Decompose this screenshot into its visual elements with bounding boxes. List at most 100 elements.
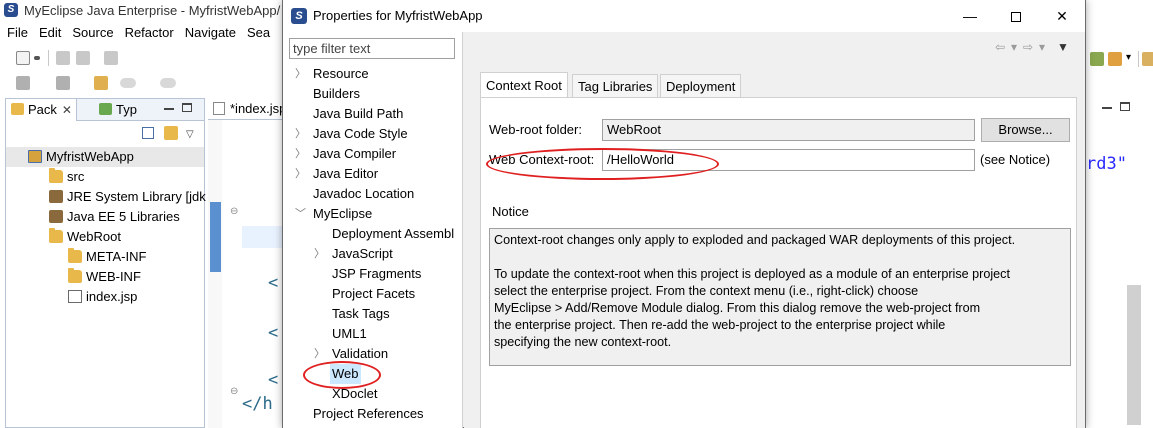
ide-titlebar: S MyEclipse Java Enterprise - MyfristWeb… — [0, 0, 300, 22]
fold-icon[interactable]: ⊖ — [230, 206, 238, 217]
chevron-down-icon[interactable]: ﹀ — [295, 204, 306, 224]
tab-label: Typ — [116, 102, 137, 117]
editor-scrollbar-thumb[interactable] — [1127, 285, 1141, 425]
save-icon[interactable] — [56, 51, 70, 65]
tab-label: Pack — [28, 102, 57, 117]
tab-content-panel: Web-root folder: WebRoot Browse... Web C… — [480, 97, 1077, 428]
close-icon: ✕ — [1056, 8, 1068, 24]
chevron-right-icon[interactable]: 〉 — [295, 144, 306, 164]
forward-icon[interactable]: ⇨ — [1023, 40, 1033, 54]
save-all-icon[interactable] — [76, 51, 90, 65]
open-perspective-icon[interactable] — [1090, 52, 1104, 66]
search-icon[interactable] — [1142, 52, 1153, 66]
package-explorer-tabs: Pack ✕ Typ — [6, 99, 204, 121]
minimize-icon[interactable] — [1102, 107, 1112, 109]
run-icon[interactable] — [1108, 52, 1122, 66]
code-line[interactable]: < — [268, 323, 278, 343]
context-root-label: Web Context-root: — [489, 152, 595, 167]
editor-ruler — [208, 120, 222, 428]
tab-context-root[interactable]: Context Root — [480, 72, 568, 98]
link-with-editor-icon[interactable] — [164, 126, 178, 140]
chevron-right-icon[interactable]: 〉 — [295, 64, 306, 84]
maximize-icon[interactable] — [182, 103, 192, 112]
folder-icon — [49, 228, 63, 243]
package-folder-icon — [49, 168, 63, 183]
dialog-title: Properties for MyfristWebApp — [313, 8, 483, 23]
ide-menubar: File Edit Source Refactor Navigate Sea — [0, 23, 274, 43]
ide-toolbar-row-1 — [0, 46, 285, 70]
myeclipse-logo-icon: S — [291, 8, 307, 24]
view-menu-icon[interactable]: ▽ — [186, 129, 194, 140]
menu-refactor[interactable]: Refactor — [118, 23, 178, 40]
filter-input[interactable] — [289, 38, 455, 59]
folder-icon — [68, 268, 82, 283]
jsp-file-icon — [68, 290, 82, 303]
jsp-file-icon — [213, 102, 225, 115]
page-navigation: ⇦ ▾ ⇨ ▾ ▼ — [965, 40, 1075, 58]
code-line[interactable]: </h — [242, 394, 273, 414]
chevron-right-icon[interactable]: 〉 — [314, 344, 325, 364]
dropdown-icon[interactable]: ▾ — [1039, 40, 1045, 54]
editor-tab[interactable]: *index.jsp — [208, 98, 288, 120]
new-icon[interactable] — [16, 51, 30, 65]
menu-file[interactable]: File — [0, 23, 32, 40]
context-root-input[interactable]: /HelloWorld — [602, 149, 975, 171]
menu-edit[interactable]: Edit — [32, 23, 65, 40]
tab-tag-libraries[interactable]: Tag Libraries — [572, 74, 659, 98]
menu-source[interactable]: Source — [65, 23, 117, 40]
editor-tab-label: *index.jsp — [230, 101, 287, 116]
close-button[interactable]: ✕ — [1039, 0, 1085, 32]
type-hierarchy-icon — [99, 103, 112, 115]
browse-button[interactable]: Browse... — [981, 118, 1070, 142]
code-fragment: rd3" — [1086, 154, 1127, 174]
maximize-button[interactable] — [993, 0, 1039, 32]
back-icon[interactable] — [120, 78, 136, 88]
maximize-icon[interactable] — [1120, 102, 1130, 111]
ide-toolbar-row-2 — [0, 70, 285, 94]
maximize-icon — [1011, 12, 1021, 23]
collapse-all-icon[interactable] — [142, 127, 154, 139]
chevron-right-icon[interactable]: 〉 — [314, 244, 325, 264]
minimize-icon: — — [963, 8, 977, 24]
folder-icon — [68, 248, 82, 263]
tab-type-hierarchy[interactable]: Typ — [94, 99, 141, 121]
ide-right-toolbar: ▾ — [1086, 46, 1153, 72]
library-icon — [49, 210, 63, 223]
editor-scroll-marker — [210, 202, 221, 272]
menu-navigate[interactable]: Navigate — [178, 23, 240, 40]
menu-search[interactable]: Sea — [240, 23, 274, 40]
next-annotation-icon[interactable] — [16, 76, 30, 90]
chevron-right-icon[interactable]: 〉 — [295, 164, 306, 184]
chevron-right-icon[interactable]: 〉 — [295, 124, 306, 144]
properties-dialog: S Properties for MyfristWebApp — ✕ 〉Reso… — [282, 0, 1086, 428]
minimize-button[interactable]: — — [947, 0, 993, 32]
property-page-tree: 〉Resource Builders Java Build Path 〉Java… — [283, 32, 463, 428]
library-icon — [49, 190, 63, 203]
pin-icon[interactable] — [94, 76, 108, 90]
fold-icon[interactable]: ⊖ — [230, 386, 238, 397]
close-icon[interactable]: ✕ — [62, 103, 72, 117]
ide-right-editor — [1086, 98, 1153, 428]
see-notice-label: (see Notice) — [980, 152, 1051, 167]
webroot-field[interactable]: WebRoot — [602, 119, 975, 141]
editor-view: *index.jsp ⊖ ⊖ < < < </h — [208, 98, 288, 428]
prev-annotation-icon[interactable] — [56, 76, 70, 90]
property-page-content: ⇦ ▾ ⇨ ▾ ▼ Context Root Tag Libraries Dep… — [464, 32, 1085, 428]
dropdown-icon[interactable]: ▾ — [1011, 40, 1017, 54]
webroot-label: Web-root folder: — [489, 122, 582, 137]
print-icon[interactable] — [104, 51, 118, 65]
dropdown-icon[interactable]: ▾ — [1126, 52, 1131, 63]
dialog-titlebar: S Properties for MyfristWebApp — ✕ — [283, 0, 1085, 32]
ide-window-title: MyEclipse Java Enterprise - MyfristWebAp… — [24, 3, 281, 18]
tab-deployment[interactable]: Deployment — [660, 74, 742, 98]
code-line[interactable]: < — [268, 370, 278, 390]
back-icon[interactable]: ⇦ — [995, 40, 1005, 54]
code-line[interactable]: < — [268, 273, 278, 293]
dropdown-icon[interactable] — [34, 56, 40, 60]
tab-package-explorer[interactable]: Pack ✕ — [6, 99, 77, 121]
minimize-icon[interactable] — [164, 108, 174, 110]
notice-heading: Notice — [492, 204, 529, 219]
package-explorer-view: Pack ✕ Typ ▽ MyfristWebApp src JRE System… — [5, 98, 206, 428]
view-menu-icon[interactable]: ▼ — [1057, 40, 1069, 54]
forward-icon[interactable] — [160, 78, 176, 88]
